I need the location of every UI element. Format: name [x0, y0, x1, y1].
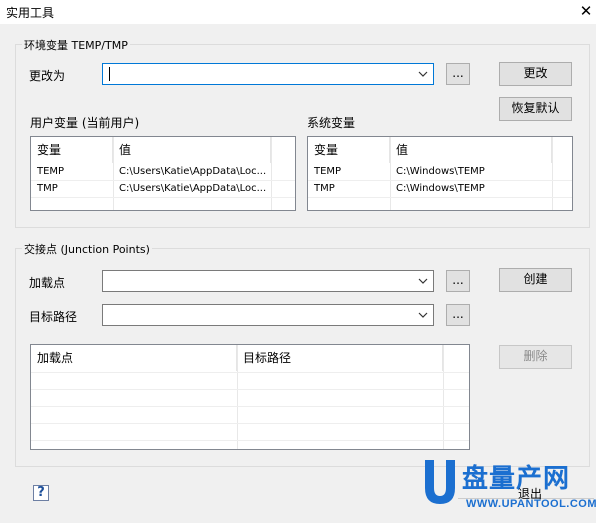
row-divider [31, 423, 469, 424]
row-divider [31, 197, 295, 198]
title-bar [0, 0, 596, 24]
window-title: 实用工具 [6, 6, 55, 20]
change-button[interactable]: 更改 [499, 62, 572, 86]
row-divider [31, 389, 469, 390]
change-to-browse-button[interactable]: ... [446, 63, 470, 85]
text-caret [109, 67, 110, 81]
junction-legend: 交接点 (Junction Points) [22, 241, 152, 257]
restore-default-button[interactable]: 恢复默认 [499, 97, 572, 121]
mount-point-label: 加载点 [29, 276, 66, 290]
row-divider [308, 197, 572, 198]
user-var-name[interactable]: TEMP [31, 163, 113, 180]
column-header-mount-point[interactable]: 加载点 [31, 345, 237, 371]
mount-point-combobox[interactable] [102, 270, 434, 292]
column-divider [237, 345, 238, 449]
user-vars-heading: 用户变量 (当前用户) [30, 116, 140, 130]
system-var-name[interactable]: TMP [308, 180, 390, 197]
column-header-target-path[interactable]: 目标路径 [237, 345, 443, 371]
system-vars-heading: 系统变量 [307, 116, 356, 130]
row-divider [31, 406, 469, 407]
column-header-variable[interactable]: 变量 [31, 137, 113, 163]
column-divider [271, 137, 272, 210]
row-divider [31, 440, 469, 441]
change-to-label: 更改为 [29, 69, 66, 83]
column-header-variable[interactable]: 变量 [308, 137, 390, 163]
column-divider [443, 345, 444, 449]
upantool-watermark-logo: 盘量产网 退出 WWW.UPANTOOL.COM [420, 458, 596, 520]
chevron-down-icon [418, 71, 428, 77]
user-var-value[interactable]: C:\Users\Katie\AppData\Loc... [113, 180, 271, 197]
env-legend: 环境变量 TEMP/TMP [22, 37, 130, 53]
column-divider [552, 137, 553, 210]
user-var-name[interactable]: TMP [31, 180, 113, 197]
help-button[interactable]: ? [33, 485, 49, 501]
junction-list[interactable]: 加载点 目标路径 [30, 344, 470, 450]
column-header-value[interactable]: 值 [113, 137, 271, 163]
user-vars-list[interactable]: 变量 值 TEMP C:\Users\Katie\AppData\Loc... … [30, 136, 296, 211]
close-icon[interactable]: ✕ [576, 0, 596, 22]
system-var-value[interactable]: C:\Windows\TEMP [390, 163, 552, 180]
column-header-value[interactable]: 值 [390, 137, 552, 163]
target-path-combobox[interactable] [102, 304, 434, 326]
system-vars-list[interactable]: 变量 值 TEMP C:\Windows\TEMP TMP C:\Windows… [307, 136, 573, 211]
user-var-value[interactable]: C:\Users\Katie\AppData\Loc... [113, 163, 271, 180]
system-var-name[interactable]: TEMP [308, 163, 390, 180]
create-button[interactable]: 创建 [499, 268, 572, 292]
system-var-value[interactable]: C:\Windows\TEMP [390, 180, 552, 197]
watermark-url: WWW.UPANTOOL.COM [466, 498, 596, 510]
row-divider [31, 372, 469, 373]
chevron-down-icon [418, 278, 428, 284]
watermark-brand: 盘量产网 [462, 464, 571, 494]
change-to-combobox[interactable] [102, 63, 434, 85]
target-path-label: 目标路径 [29, 310, 78, 324]
mount-point-browse-button[interactable]: ... [446, 270, 470, 292]
chevron-down-icon [418, 312, 428, 318]
delete-button[interactable]: 删除 [499, 345, 572, 369]
target-path-browse-button[interactable]: ... [446, 304, 470, 326]
